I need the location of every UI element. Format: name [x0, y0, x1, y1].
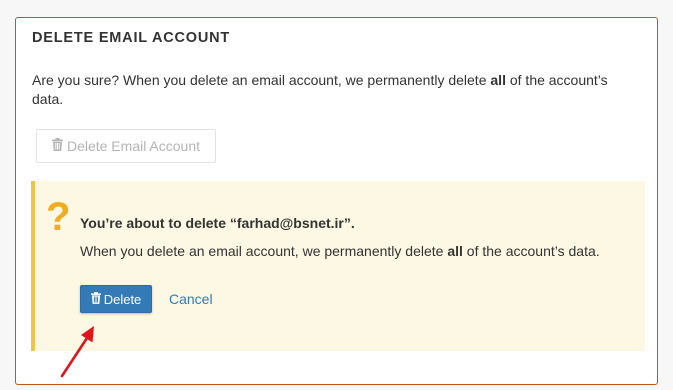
alert-text-end: of the account’s data. [462, 243, 600, 259]
delete-button-label: Delete [103, 291, 142, 307]
alert-title: You’re about to delete “farhad@bsnet.ir”… [80, 215, 355, 231]
alert-message: When you delete an email account, we per… [80, 243, 600, 259]
alert-text-bold: all [447, 243, 463, 259]
trash-icon [90, 291, 101, 307]
confirm-text-start: Are you sure? When you delete an email a… [32, 72, 491, 88]
question-icon: ? [46, 195, 71, 239]
red-arrow-icon [60, 326, 94, 378]
confirm-message: Are you sure? When you delete an email a… [32, 71, 642, 109]
trash-icon [51, 138, 63, 154]
alert-text-start: When you delete an email account, we per… [80, 243, 448, 259]
delete-button[interactable]: Delete [80, 285, 152, 313]
delete-email-account-label: Delete Email Account [66, 138, 201, 154]
cancel-link[interactable]: Cancel [169, 291, 213, 307]
delete-confirmation-alert: ? You’re about to delete “farhad@bsnet.i… [31, 181, 645, 351]
delete-email-account-panel: DELETE EMAIL ACCOUNT Are you sure? When … [15, 17, 658, 385]
confirm-text-bold: all [490, 72, 506, 88]
panel-title: DELETE EMAIL ACCOUNT [32, 30, 231, 46]
delete-email-account-button[interactable]: Delete Email Account [36, 129, 216, 163]
